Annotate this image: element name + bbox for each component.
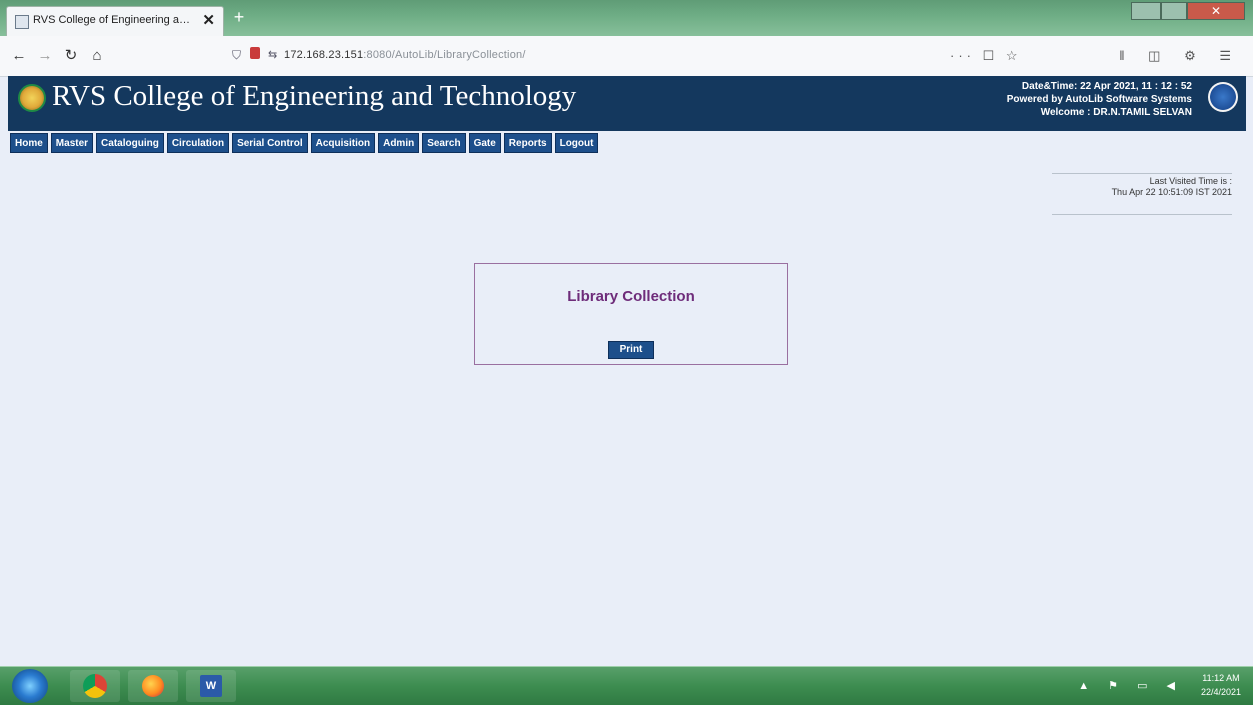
minimize-button[interactable]	[1131, 2, 1161, 20]
print-button[interactable]: Print	[608, 341, 654, 359]
address-bar[interactable]: ⛉ ⇆ 172.168.23.151:8080/AutoLib/LibraryC…	[228, 44, 918, 68]
back-arrow-icon[interactable]: ←	[8, 45, 30, 67]
taskbar-clock[interactable]: 11:12 AM 22/4/2021	[1201, 671, 1241, 699]
site-header: RVS College of Engineering and Technolog…	[8, 76, 1246, 131]
word-icon: W	[200, 675, 222, 697]
start-button[interactable]	[12, 669, 48, 703]
taskbar-word[interactable]: W	[186, 670, 236, 702]
page-actions[interactable]: ··· ☐ ☆	[950, 48, 1022, 64]
library-collection-panel: Library Collection Print	[474, 263, 788, 365]
forward-arrow-icon[interactable]: →	[34, 45, 56, 67]
menu-admin[interactable]: Admin	[378, 133, 420, 153]
page-favicon-icon	[15, 15, 29, 29]
software-seal-icon	[1208, 82, 1238, 112]
welcome-text: Welcome : DR.N.TAMIL SELVAN	[1040, 107, 1192, 118]
college-logo-icon	[18, 84, 46, 112]
url-host: 172.168.23.151	[284, 49, 364, 61]
main-menu: Home Master Cataloguing Circulation Seri…	[8, 131, 1246, 157]
system-tray[interactable]: ▲ ⚑ ▭ ◀	[1078, 679, 1183, 692]
windows-taskbar: W ▲ ⚑ ▭ ◀ 11:12 AM 22/4/2021	[0, 666, 1253, 705]
header-info: Date&Time: 22 Apr 2021, 11 : 12 : 52 Pow…	[1007, 80, 1192, 119]
menu-search[interactable]: Search	[422, 133, 466, 153]
clock-time: 11:12 AM	[1202, 673, 1240, 683]
browser-toolbar-icons[interactable]: ‖ ◫ ⚙ ☰	[1119, 48, 1241, 64]
menu-logout[interactable]: Logout	[554, 133, 599, 153]
insecure-lock-icon[interactable]	[250, 47, 260, 59]
menu-home[interactable]: Home	[10, 133, 48, 153]
clock-date: 22/4/2021	[1200, 687, 1241, 697]
menu-gate[interactable]: Gate	[468, 133, 501, 153]
last-visited-label: Last Visited Time is :	[1149, 176, 1232, 186]
menu-serial-control[interactable]: Serial Control	[232, 133, 308, 153]
close-tab-icon[interactable]: ✕	[202, 11, 215, 29]
chrome-icon	[83, 674, 107, 698]
page-title: Library Collection	[567, 288, 695, 305]
url-path: :8080/AutoLib/LibraryCollection/	[363, 49, 526, 61]
permissions-icon[interactable]: ⇆	[268, 48, 277, 61]
browser-tab[interactable]: RVS College of Engineering a… ✕	[6, 6, 224, 36]
new-tab-button[interactable]: +	[232, 8, 246, 26]
menu-reports[interactable]: Reports	[503, 133, 552, 153]
powered-by-text: Powered by AutoLib Software Systems	[1006, 94, 1192, 105]
browser-titlebar: RVS College of Engineering a… ✕ + ✕	[0, 0, 1253, 36]
maximize-button[interactable]	[1161, 2, 1187, 20]
menu-circulation[interactable]: Circulation	[166, 133, 230, 153]
url-text[interactable]: 172.168.23.151:8080/AutoLib/LibraryColle…	[284, 49, 526, 61]
menu-master[interactable]: Master	[50, 133, 94, 153]
datetime-text: Date&Time: 22 Apr 2021, 11 : 12 : 52	[1021, 81, 1192, 92]
menu-cataloguing[interactable]: Cataloguing	[96, 133, 164, 153]
firefox-icon	[142, 675, 164, 697]
last-visited-info: Last Visited Time is : Thu Apr 22 10:51:…	[1052, 173, 1232, 215]
last-visited-value: Thu Apr 22 10:51:09 IST 2021	[1111, 187, 1232, 197]
taskbar-chrome[interactable]	[70, 670, 120, 702]
close-window-button[interactable]: ✕	[1187, 2, 1245, 20]
tab-title: RVS College of Engineering a…	[33, 14, 190, 26]
shield-icon: ⛉	[232, 48, 242, 62]
taskbar-firefox[interactable]	[128, 670, 178, 702]
home-icon[interactable]: ⌂	[86, 45, 108, 67]
college-name: RVS College of Engineering and Technolog…	[52, 80, 577, 112]
reload-icon[interactable]: ↻	[60, 45, 82, 67]
window-controls: ✕	[1131, 2, 1247, 22]
menu-acquisition[interactable]: Acquisition	[310, 133, 376, 153]
browser-navbar: ← → ↻ ⌂ ⛉ ⇆ 172.168.23.151:8080/AutoLib/…	[0, 36, 1253, 77]
